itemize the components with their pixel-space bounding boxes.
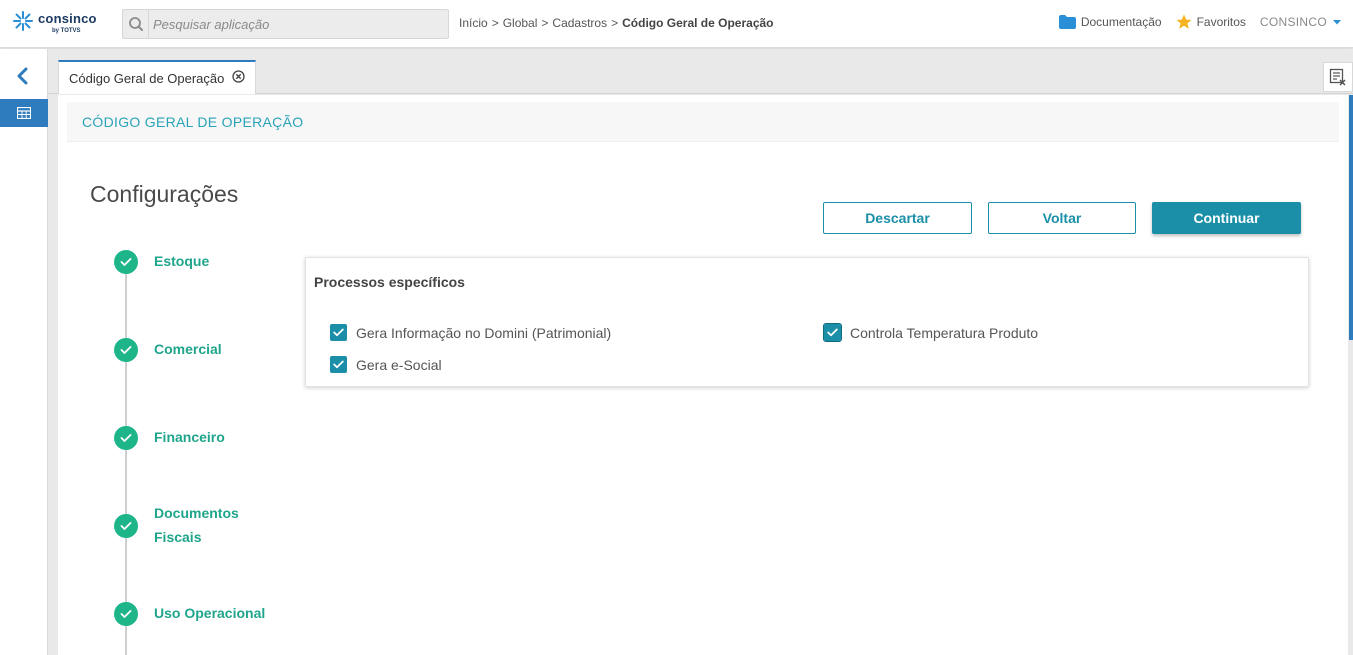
caret-down-icon <box>1333 20 1341 25</box>
documentation-label: Documentação <box>1080 15 1162 29</box>
breadcrumb-item-cadastros[interactable]: Cadastros <box>552 16 607 30</box>
left-rail <box>0 49 48 655</box>
checkbox-gera-e-social[interactable]: Gera e-Social <box>330 356 442 373</box>
search-input[interactable] <box>153 14 443 34</box>
checkbox-checked-icon[interactable] <box>330 356 347 373</box>
favorites-label: Favoritos <box>1196 15 1246 29</box>
content-scrollbar[interactable] <box>1349 95 1353 340</box>
step-estoque[interactable]: Estoque <box>114 250 274 274</box>
check-icon <box>114 426 138 450</box>
user-label: CONSINCO <box>1259 15 1327 29</box>
breadcrumb-item-inicio[interactable]: Início <box>459 16 488 30</box>
documentation-link[interactable]: Documentação <box>1058 15 1162 29</box>
user-menu[interactable]: CONSINCO <box>1260 15 1343 29</box>
logo-subtext: by TOTVS <box>52 28 81 34</box>
close-all-tabs-button[interactable] <box>1323 62 1353 92</box>
breadcrumb: Início > Global > Cadastros > Código Geral de … <box>459 16 774 30</box>
list-close-icon <box>1329 68 1346 86</box>
check-icon <box>114 602 138 626</box>
main-content: CÓDIGO GERAL DE OPERAÇÃO Configurações D… <box>58 95 1348 655</box>
page-header-title: CÓDIGO GERAL DE OPERAÇÃO <box>82 114 304 130</box>
tab-strip: Código Geral de Operação <box>48 49 1353 94</box>
breadcrumb-separator: > <box>541 16 549 30</box>
star-icon <box>1175 14 1192 29</box>
top-bar: consinco by TOTVS Início>Global>Cadastro… <box>0 0 1353 48</box>
checkbox-checked-icon[interactable] <box>330 324 347 341</box>
breadcrumb-item-global[interactable]: Global <box>503 16 538 30</box>
checkbox-controla-temperatura-produto[interactable]: Controla Temperatura Produto <box>823 323 1039 342</box>
close-tab-icon[interactable] <box>232 70 246 86</box>
tab-codigo-geral-operacao[interactable]: Código Geral de Operação <box>58 60 257 94</box>
page-header: CÓDIGO GERAL DE OPERAÇÃO <box>67 102 1339 142</box>
checkbox-label: Gera Informação no Domini (Patrimonial) <box>356 324 612 341</box>
checkbox-gera-informacao-domini[interactable]: Gera Informação no Domini (Patrimonial) <box>330 324 611 341</box>
section-title: Configurações <box>90 181 239 207</box>
consinco-logo[interactable]: consinco by TOTVS <box>12 9 102 41</box>
search-box <box>122 9 449 39</box>
step-label: Comercial <box>154 341 222 357</box>
chevron-left-icon <box>17 67 28 85</box>
panel-title: Processos específicos <box>314 274 465 290</box>
tab-label: Código Geral de Operação <box>69 70 225 86</box>
step-comercial[interactable]: Comercial <box>114 338 274 362</box>
continue-button[interactable]: Continuar <box>1152 202 1301 234</box>
folder-icon <box>1058 15 1076 29</box>
logo-text: consinco <box>38 11 97 26</box>
breadcrumb-separator: > <box>491 16 499 30</box>
step-label: Estoque <box>154 253 210 269</box>
logo-star-icon <box>13 11 33 31</box>
step-financeiro[interactable]: Financeiro <box>114 426 274 450</box>
search-icon[interactable] <box>123 10 149 38</box>
checkbox-label: Controla Temperatura Produto <box>850 324 1039 341</box>
step-uso-operacional[interactable]: Uso Operacional <box>114 602 274 626</box>
check-icon <box>114 250 138 274</box>
top-right-menu: Documentação Favoritos CONSINCO <box>1045 14 1343 30</box>
check-icon <box>114 338 138 362</box>
breadcrumb-current: Código Geral de Operação <box>622 16 774 30</box>
step-documentos-fiscais[interactable]: Documentos Fiscais <box>114 505 254 549</box>
step-label: Documentos Fiscais <box>154 505 239 545</box>
collapse-menu-button[interactable] <box>12 65 34 87</box>
favorites-link[interactable]: Favoritos <box>1175 14 1246 30</box>
step-label: Uso Operacional <box>154 605 266 621</box>
breadcrumb-separator: > <box>611 16 619 30</box>
rail-item-applications[interactable] <box>0 99 48 127</box>
back-button[interactable]: Voltar <box>988 202 1136 234</box>
checkbox-checked-icon[interactable] <box>823 323 842 342</box>
check-icon <box>114 514 138 538</box>
step-label: Financeiro <box>154 429 225 445</box>
stepper-line <box>125 263 127 655</box>
processos-especificos-panel: Processos específicos Gera Informação no… <box>305 257 1309 387</box>
grid-table-icon <box>17 107 31 119</box>
checkbox-label: Gera e-Social <box>356 356 442 373</box>
discard-button[interactable]: Descartar <box>823 202 972 234</box>
